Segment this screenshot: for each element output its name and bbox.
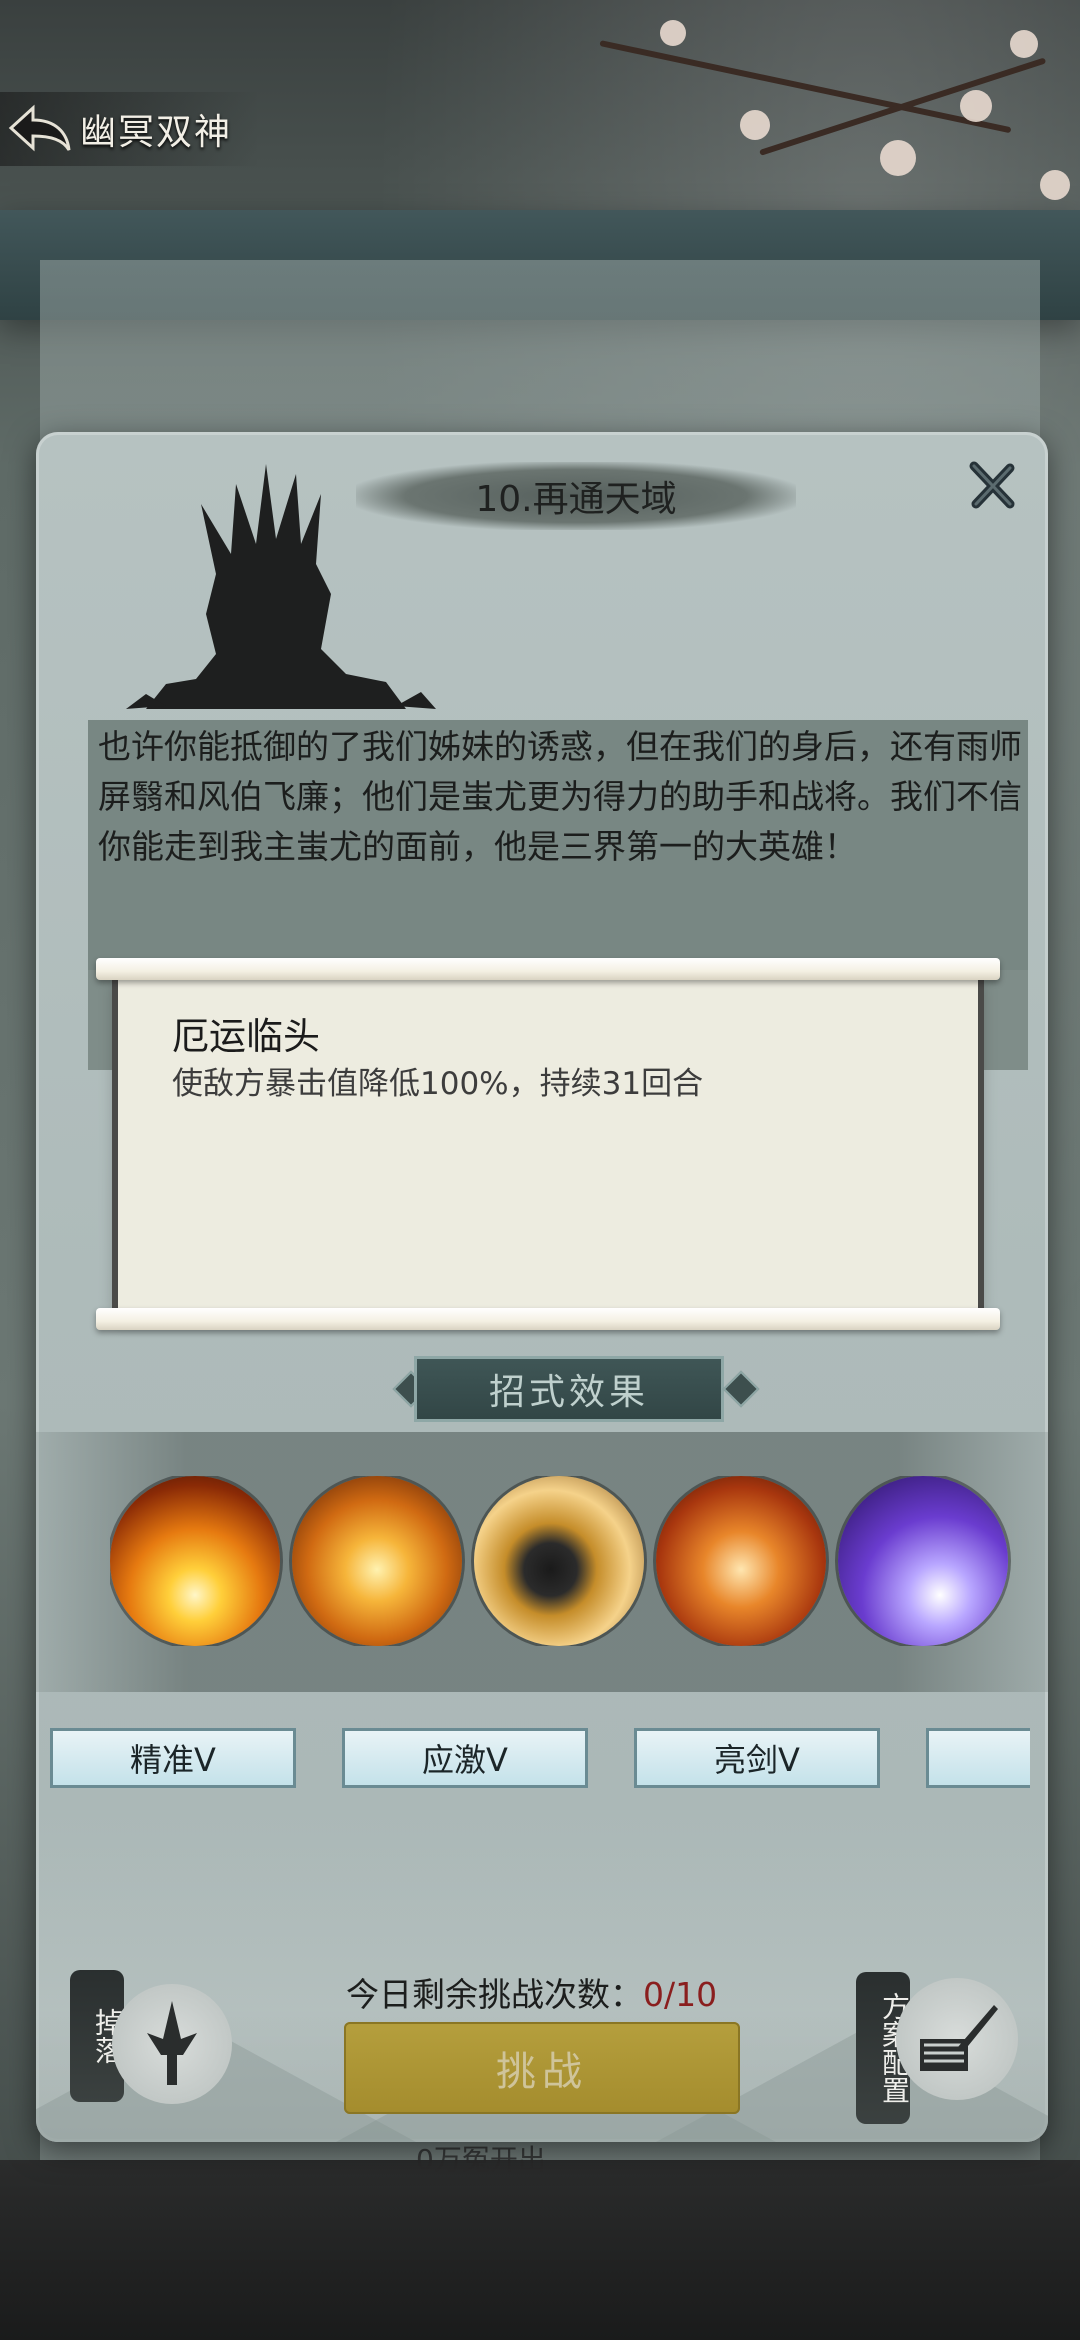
- remaining-attempts: 今日剩余挑战次数：0/10: [346, 1968, 717, 2016]
- tooltip-rod-top: [96, 958, 1000, 980]
- skill-icon-1[interactable]: [110, 1476, 280, 1646]
- tooltip-skill-description: 使敌方暴击值降低100%，持续31回合: [172, 1066, 704, 1102]
- close-icon: [969, 461, 1015, 509]
- back-label: 幽冥双神: [80, 112, 233, 153]
- sword-icon: [147, 2001, 197, 2085]
- skills-section-tag: 招式效果: [414, 1356, 724, 1422]
- stage-dialog: 10.再通天域 也许你能抵御的了我们姊妹的诱惑，但在我们的身后，还有雨师屏翳和风…: [36, 432, 1048, 2142]
- plum-blossom: [960, 90, 992, 122]
- skill-icon-4[interactable]: [656, 1476, 826, 1646]
- stage-title: 10.再通天域: [475, 479, 677, 520]
- story-text: 也许你能抵御的了我们姊妹的诱惑，但在我们的身后，还有雨师屏翳和风伯飞廉；他们是蚩…: [98, 727, 1022, 866]
- background-bottom-frame: [0, 2160, 1080, 2340]
- challenge-label: 挑战: [496, 2049, 588, 2095]
- scroll-pen-icon: [920, 2005, 998, 2071]
- back-button[interactable]: 幽冥双神: [0, 92, 260, 166]
- skill-icon-5[interactable]: [838, 1476, 1008, 1646]
- remaining-label: 今日剩余挑战次数：: [346, 1975, 643, 2014]
- tag-diamond-right: [722, 1370, 760, 1408]
- plum-blossom: [1010, 30, 1038, 58]
- skill-label-3[interactable]: 亮剑V: [634, 1728, 880, 1788]
- skill-icon-2[interactable]: [292, 1476, 462, 1646]
- challenge-button[interactable]: 挑战: [344, 2022, 740, 2114]
- skill-label-2[interactable]: 应激V: [342, 1728, 588, 1788]
- drop-button[interactable]: [112, 1984, 232, 2104]
- background-partial-text: 0万冤开出: [416, 2143, 546, 2176]
- plum-blossom: [740, 110, 770, 140]
- tooltip-rod-bottom: [96, 1308, 1000, 1330]
- plum-blossom: [660, 20, 686, 46]
- plum-blossom: [1040, 170, 1070, 200]
- close-button[interactable]: [960, 454, 1024, 518]
- skill-label-1[interactable]: 精准V: [50, 1728, 296, 1788]
- skill-label-4[interactable]: 庇: [926, 1728, 1030, 1788]
- back-arrow-icon: [0, 99, 80, 159]
- skill-icon-list[interactable]: [110, 1476, 1040, 1646]
- plum-blossom: [880, 140, 916, 176]
- skill-icon-3[interactable]: [474, 1476, 644, 1646]
- skills-section-label: 招式效果: [488, 1372, 649, 1413]
- skill-label-list: 精准V 应激V 亮剑V 庇: [50, 1728, 1030, 1792]
- tooltip-skill-name: 厄运临头: [172, 1015, 320, 1058]
- plum-branch: [599, 40, 1012, 134]
- remaining-count: 0/10: [643, 1975, 718, 2014]
- scheme-config-button[interactable]: [896, 1978, 1018, 2100]
